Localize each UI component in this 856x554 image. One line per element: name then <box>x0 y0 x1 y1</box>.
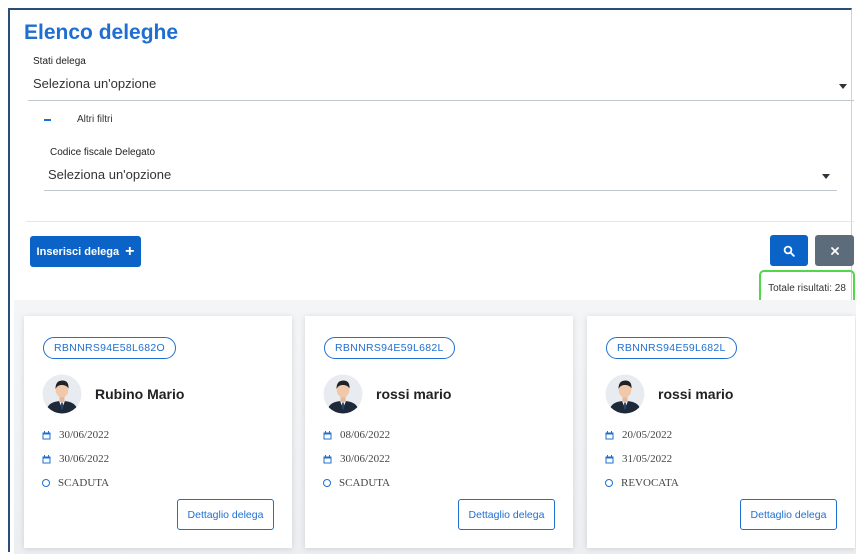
stati-delega-underline <box>28 100 854 101</box>
date-end-row: 31/05/2022 <box>605 453 672 465</box>
codice-fiscale-chip: RBNNRS94E58L682O <box>43 337 177 359</box>
date-start: 20/05/2022 <box>622 429 673 441</box>
calendar-icon <box>605 454 614 463</box>
codice-fiscale-label: Codice fiscale Delegato <box>50 147 156 158</box>
calendar-icon <box>323 430 332 439</box>
dettaglio-delega-button[interactable]: Dettaglio delega <box>177 499 274 530</box>
date-start-row: 20/05/2022 <box>605 429 672 441</box>
stati-delega-label: Stati delega <box>33 56 86 67</box>
dettaglio-delega-button[interactable]: Dettaglio delega <box>740 499 837 530</box>
inserisci-delega-label: Inserisci delega <box>36 245 120 258</box>
status-label: REVOCATA <box>621 477 679 489</box>
dettaglio-delega-button[interactable]: Dettaglio delega <box>458 499 555 530</box>
date-end: 31/05/2022 <box>622 453 673 465</box>
delegato-name: Rubino Mario <box>95 386 185 402</box>
collapse-icon[interactable] <box>44 119 51 121</box>
close-icon <box>830 246 839 255</box>
delegato-name: rossi mario <box>658 386 734 402</box>
delega-card: RBNNRS94E58L682O Rubino Mario 30/06/2022… <box>24 316 292 548</box>
avatar-icon <box>605 374 645 414</box>
calendar-icon <box>42 430 51 439</box>
delega-card: RBNNRS94E59L682L rossi mario 20/05/2022 … <box>587 316 855 548</box>
status-circle-icon <box>42 479 50 487</box>
status-label: SCADUTA <box>339 477 391 489</box>
page-title: Elenco deleghe <box>24 21 179 44</box>
status-row: SCADUTA <box>323 477 390 489</box>
codice-fiscale-chip: RBNNRS94E59L682L <box>606 337 737 359</box>
date-start: 30/06/2022 <box>59 429 110 441</box>
codice-fiscale-select[interactable]: Seleziona un'opzione <box>48 167 171 182</box>
search-icon <box>783 245 795 257</box>
date-start-row: 08/06/2022 <box>323 429 390 441</box>
avatar-icon <box>323 374 363 414</box>
status-circle-icon <box>605 479 613 487</box>
search-button[interactable] <box>770 235 808 266</box>
calendar-icon <box>42 454 51 463</box>
status-row: REVOCATA <box>605 477 679 489</box>
plus-icon: + <box>125 242 135 260</box>
delega-card: RBNNRS94E59L682L rossi mario 08/06/2022 … <box>305 316 573 548</box>
date-start: 08/06/2022 <box>340 429 391 441</box>
stati-delega-select[interactable]: Seleziona un'opzione <box>33 76 156 91</box>
chevron-down-icon[interactable] <box>822 174 830 179</box>
delegato-name: rossi mario <box>376 386 452 402</box>
codice-fiscale-underline <box>44 190 837 191</box>
status-row: SCADUTA <box>42 477 109 489</box>
date-start-row: 30/06/2022 <box>42 429 109 441</box>
date-end-row: 30/06/2022 <box>42 453 109 465</box>
clear-button[interactable] <box>815 235 854 266</box>
divider <box>26 221 854 222</box>
status-label: SCADUTA <box>58 477 110 489</box>
calendar-icon <box>323 454 332 463</box>
date-end: 30/06/2022 <box>340 453 391 465</box>
codice-fiscale-chip: RBNNRS94E59L682L <box>324 337 455 359</box>
date-end-row: 30/06/2022 <box>323 453 390 465</box>
calendar-icon <box>605 430 614 439</box>
status-circle-icon <box>323 479 331 487</box>
avatar-icon <box>42 374 82 414</box>
altri-filtri-toggle[interactable]: Altri filtri <box>77 114 113 125</box>
chevron-down-icon[interactable] <box>839 84 847 89</box>
inserisci-delega-button[interactable]: Inserisci delega + <box>30 236 141 267</box>
date-end: 30/06/2022 <box>59 453 110 465</box>
